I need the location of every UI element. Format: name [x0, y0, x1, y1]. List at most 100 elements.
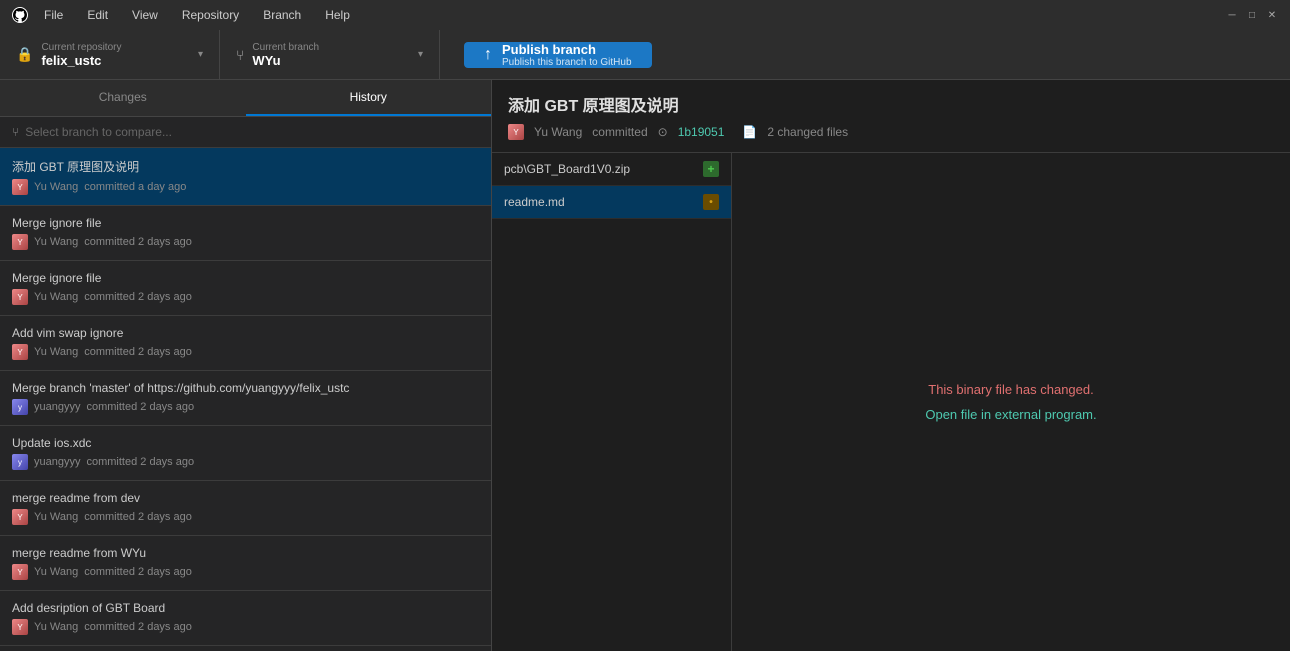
open-external-link[interactable]: Open file in external program. [925, 407, 1096, 422]
menu-help[interactable]: Help [321, 6, 354, 24]
commit-meta: y yuangyyy committed 2 days ago [12, 454, 479, 470]
menu-edit[interactable]: Edit [83, 6, 112, 24]
commit-item[interactable]: Merge ignore file Y Yu Wang committed 2 … [0, 261, 491, 316]
commit-item[interactable]: merge readme from dev Y Yu Wang committe… [0, 481, 491, 536]
file-list: pcb\GBT_Board1V0.zip + readme.md • [492, 153, 732, 651]
file-item[interactable]: readme.md • [492, 186, 731, 219]
repo-name: felix_ustc [41, 53, 121, 68]
commit-message: Merge branch 'master' of https://github.… [12, 381, 479, 395]
commit-author-name: Yu Wang [534, 125, 582, 139]
commit-item[interactable]: Add desription of GBT Board Y Yu Wang co… [0, 591, 491, 646]
commit-message: Add desription of GBT Board [12, 601, 479, 615]
publish-button[interactable]: ↑ Publish branch Publish this branch to … [464, 42, 652, 68]
file-added-badge: + [703, 161, 719, 177]
commit-time: committed 2 days ago [84, 346, 192, 358]
close-button[interactable]: ✕ [1266, 9, 1278, 21]
commit-message: merge readme from dev [12, 491, 479, 505]
publish-section-wrapper: ↑ Publish branch Publish this branch to … [440, 30, 1290, 79]
commit-author: Yu Wang [34, 181, 78, 193]
commit-item[interactable]: Merge ignore file Y Yu Wang committed 2 … [0, 206, 491, 261]
repo-chevron-icon: ▾ [198, 49, 203, 60]
commit-list: 添加 GBT 原理图及说明 Y Yu Wang committed a day … [0, 148, 491, 651]
minimize-button[interactable]: ─ [1226, 9, 1238, 21]
lock-icon: 🔒 [16, 46, 33, 63]
titlebar: File Edit View Repository Branch Help ─ … [0, 0, 1290, 30]
menu-repository[interactable]: Repository [178, 6, 243, 24]
branch-compare-placeholder: Select branch to compare... [25, 125, 172, 139]
commit-item[interactable]: Merge branch 'master' of https://github.… [0, 646, 491, 651]
menu-file[interactable]: File [40, 6, 67, 24]
author-avatar: Y [508, 124, 524, 140]
committed-label: committed [592, 125, 647, 139]
commit-meta: Y Yu Wang committed 2 days ago [12, 509, 479, 525]
tab-changes[interactable]: Changes [0, 80, 246, 116]
file-name: pcb\GBT_Board1V0.zip [504, 162, 630, 176]
commit-time: committed 2 days ago [86, 456, 194, 468]
upload-icon: ↑ [484, 46, 492, 64]
branch-section[interactable]: ⑂ Current branch WYu ▾ [220, 30, 440, 79]
split-view: pcb\GBT_Board1V0.zip + readme.md • This … [492, 153, 1290, 651]
repo-label: Current repository [41, 42, 121, 53]
avatar: Y [12, 509, 28, 525]
commit-time: committed 2 days ago [86, 401, 194, 413]
commit-meta: Y Yu Wang committed 2 days ago [12, 619, 479, 635]
commit-item[interactable]: merge readme from WYu Y Yu Wang committe… [0, 536, 491, 591]
commit-info: Y Yu Wang committed ⊙ 1b19051 📄 2 change… [508, 124, 1274, 140]
commit-meta: Y Yu Wang committed 2 days ago [12, 234, 479, 250]
repo-section[interactable]: 🔒 Current repository felix_ustc ▾ [0, 30, 220, 79]
avatar: Y [12, 289, 28, 305]
commit-message: merge readme from WYu [12, 546, 479, 560]
tab-history[interactable]: History [246, 80, 492, 116]
commit-message: Merge ignore file [12, 271, 479, 285]
commit-icon: ⊙ [658, 125, 668, 139]
commit-item[interactable]: Merge branch 'master' of https://github.… [0, 371, 491, 426]
branch-compare[interactable]: ⑂ Select branch to compare... [0, 117, 491, 148]
branch-chevron-icon: ▾ [418, 49, 423, 60]
app-logo [12, 7, 28, 23]
commit-item[interactable]: Add vim swap ignore Y Yu Wang committed … [0, 316, 491, 371]
commit-author: Yu Wang [34, 566, 78, 578]
commit-author: yuangyyy [34, 401, 80, 413]
file-item[interactable]: pcb\GBT_Board1V0.zip + [492, 153, 731, 186]
commit-item[interactable]: Update ios.xdc y yuangyyy committed 2 da… [0, 426, 491, 481]
branch-name: WYu [252, 53, 319, 68]
commit-title: 添加 GBT 原理图及说明 [508, 92, 1274, 116]
avatar: Y [12, 234, 28, 250]
titlebar-left: File Edit View Repository Branch Help [12, 6, 354, 24]
titlebar-menu: File Edit View Repository Branch Help [40, 6, 354, 24]
commit-author: Yu Wang [34, 236, 78, 248]
commit-time: committed 2 days ago [84, 236, 192, 248]
commit-time: committed 2 days ago [84, 621, 192, 633]
publish-label: Publish branch [502, 42, 632, 57]
file-modified-badge: • [703, 194, 719, 210]
main-container: Changes History ⑂ Select branch to compa… [0, 80, 1290, 651]
commit-message: Merge ignore file [12, 216, 479, 230]
commit-meta: Y Yu Wang committed 2 days ago [12, 344, 479, 360]
changed-files-count: 2 changed files [767, 125, 848, 139]
commit-item[interactable]: 添加 GBT 原理图及说明 Y Yu Wang committed a day … [0, 148, 491, 206]
branch-icon: ⑂ [236, 47, 244, 63]
publish-info: Publish branch Publish this branch to Gi… [502, 42, 632, 68]
commit-time: committed 2 days ago [84, 566, 192, 578]
avatar: Y [12, 179, 28, 195]
branch-compare-icon: ⑂ [12, 125, 19, 139]
commit-header: 添加 GBT 原理图及说明 Y Yu Wang committed ⊙ 1b19… [492, 80, 1290, 153]
tabs: Changes History [0, 80, 491, 117]
maximize-button[interactable]: □ [1246, 9, 1258, 21]
diff-view: This binary file has changed. Open file … [732, 153, 1290, 651]
repo-info: Current repository felix_ustc [41, 42, 121, 68]
file-name: readme.md [504, 195, 565, 209]
commit-hash-link[interactable]: 1b19051 [678, 125, 725, 139]
avatar: y [12, 399, 28, 415]
binary-file-notice: This binary file has changed. [928, 382, 1093, 397]
commit-time: committed a day ago [84, 181, 186, 193]
avatar: y [12, 454, 28, 470]
commit-author: Yu Wang [34, 346, 78, 358]
commit-author: yuangyyy [34, 456, 80, 468]
file-icon: 📄 [742, 125, 757, 139]
commit-time: committed 2 days ago [84, 511, 192, 523]
commit-meta: y yuangyyy committed 2 days ago [12, 399, 479, 415]
menu-view[interactable]: View [128, 6, 162, 24]
avatar: Y [12, 344, 28, 360]
menu-branch[interactable]: Branch [259, 6, 305, 24]
